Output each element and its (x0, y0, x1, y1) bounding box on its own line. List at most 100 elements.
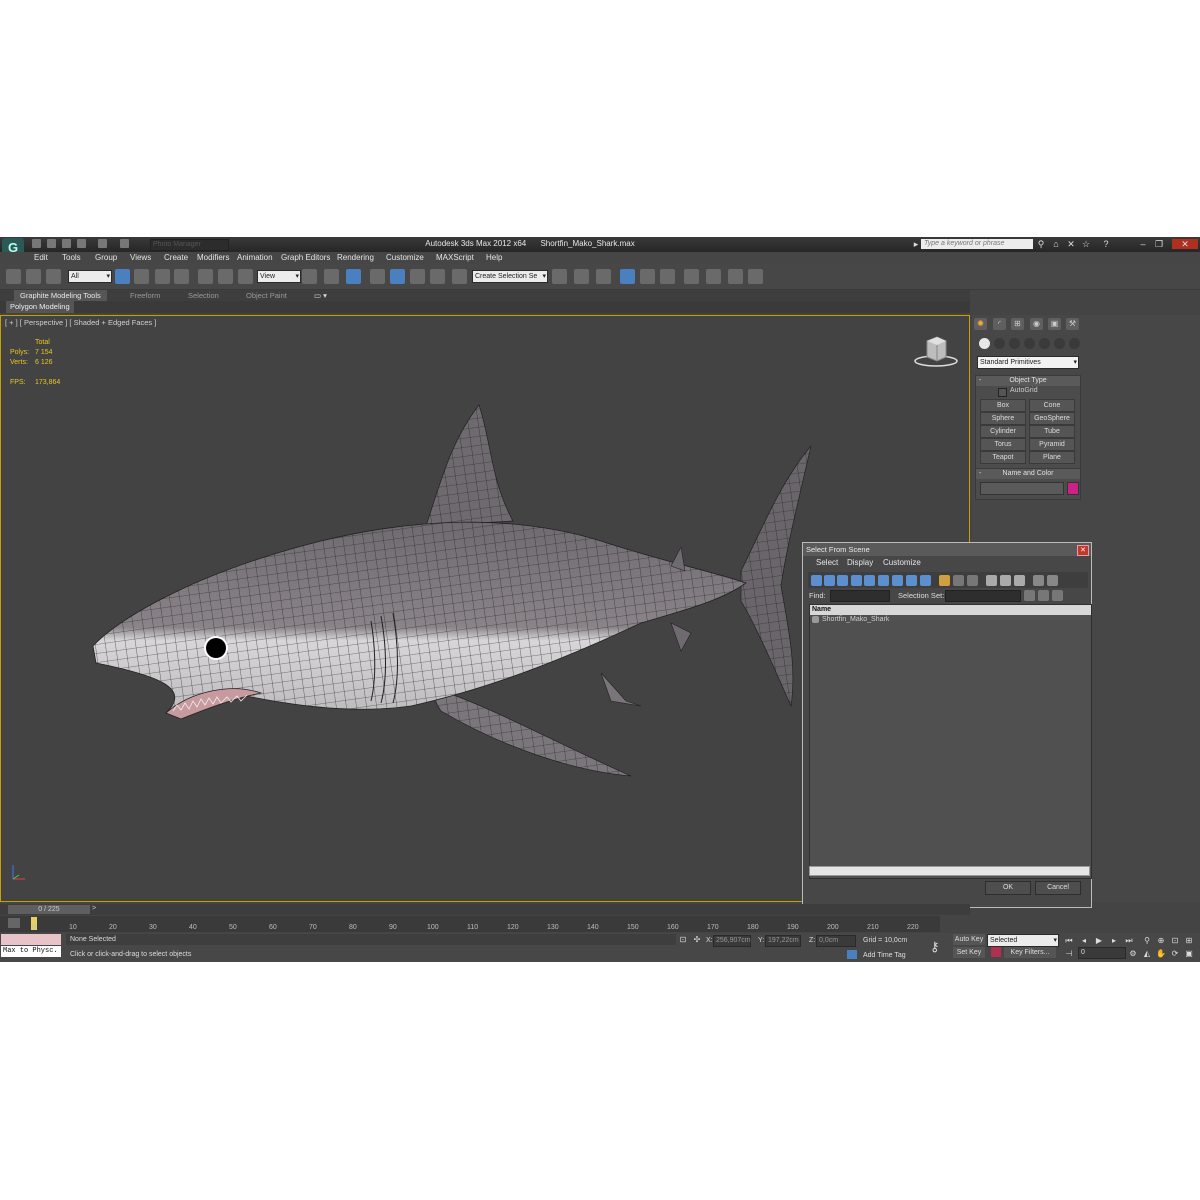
display-cameras-icon[interactable] (851, 575, 862, 586)
menu-customize[interactable]: Customize (386, 253, 424, 262)
modify-tab-icon[interactable]: ◜ (993, 318, 1006, 330)
angle-snap-icon[interactable] (390, 269, 405, 284)
scale-icon[interactable] (238, 269, 253, 284)
mirror-icon[interactable] (552, 269, 567, 284)
menu-help[interactable]: Help (486, 253, 502, 262)
filter-options-icon[interactable] (1047, 575, 1058, 586)
zoom-extents-icon[interactable]: ⊡ (1170, 936, 1180, 945)
object-type-header[interactable]: - Object Type (976, 376, 1080, 386)
space-warps-icon[interactable] (1054, 338, 1065, 349)
cancel-button[interactable]: Cancel (1035, 881, 1081, 895)
binoculars-icon[interactable]: ⚲ (1036, 239, 1046, 249)
name-and-color-header[interactable]: - Name and Color (976, 469, 1080, 479)
key-filter-icon[interactable] (991, 947, 1001, 957)
display-geometry-icon[interactable] (811, 575, 822, 586)
search-arrow-icon[interactable]: ▸ (911, 239, 921, 249)
dialog-title[interactable]: Select From Scene (803, 543, 1091, 556)
shark-wireframe-model[interactable] (81, 401, 821, 791)
z-coordinate-field[interactable]: 0,0cm (816, 935, 856, 947)
maximize-viewport-icon[interactable]: ▣ (1184, 949, 1194, 958)
selection-set-dropdown[interactable] (945, 590, 1021, 602)
maxscript-listener-pink[interactable] (1, 934, 61, 945)
time-slider[interactable]: 0 / 225 (8, 905, 90, 914)
select-all-icon[interactable] (986, 575, 997, 586)
help-icon[interactable]: ? (1101, 239, 1111, 249)
filter-icon[interactable] (1033, 575, 1044, 586)
display-groups-icon[interactable] (892, 575, 903, 586)
rectangular-selection-icon[interactable] (155, 269, 170, 284)
curve-editor-icon[interactable] (640, 269, 655, 284)
zoom-all-icon[interactable]: ⊕ (1156, 936, 1166, 945)
minimize-icon[interactable]: – (1138, 239, 1148, 249)
snaps-toggle-icon[interactable] (370, 269, 385, 284)
track-bar[interactable]: 0 10 20 30 40 50 60 70 80 90 100 110 120… (0, 916, 940, 932)
mini-curve-editor-icon[interactable] (8, 918, 20, 928)
select-by-name-icon[interactable] (134, 269, 149, 284)
rendered-frame-icon[interactable] (728, 269, 743, 284)
y-coordinate-field[interactable]: 197,22cm (765, 935, 801, 947)
viewcube-icon[interactable] (913, 335, 959, 369)
key-icon[interactable]: ⚷ (930, 939, 940, 955)
goto-end-icon[interactable]: ⏭ (1124, 936, 1134, 945)
edit-selection-set-icon[interactable] (1038, 590, 1049, 601)
reference-coordinate-dropdown[interactable]: View (257, 270, 301, 283)
cameras-icon[interactable] (1024, 338, 1035, 349)
menu-modifiers[interactable]: Modifiers (197, 253, 229, 262)
select-invert-icon[interactable] (1014, 575, 1025, 586)
display-lights-icon[interactable] (837, 575, 848, 586)
polygon-modeling-panel[interactable]: Polygon Modeling (6, 301, 74, 313)
pivot-center-icon[interactable] (302, 269, 317, 284)
shapes-icon[interactable] (994, 338, 1005, 349)
render-production-icon[interactable] (748, 269, 763, 284)
primitive-category-dropdown[interactable]: Standard Primitives (977, 356, 1079, 369)
menu-maxscript[interactable]: MAXScript (436, 253, 474, 262)
x-coordinate-field[interactable]: 256,907cm (713, 935, 751, 947)
cylinder-button[interactable]: Cylinder (980, 425, 1026, 438)
display-bones-icon[interactable] (920, 575, 931, 586)
edit-named-selection-icon[interactable] (452, 269, 467, 284)
next-frame-icon[interactable]: > (92, 905, 96, 912)
menu-tools[interactable]: Tools (62, 253, 81, 262)
unlink-icon[interactable] (26, 269, 41, 284)
current-frame-field[interactable]: 0 (1078, 947, 1126, 959)
ribbon-options-icon[interactable]: ▭ ▾ (314, 291, 327, 300)
pyramid-button[interactable]: Pyramid (1029, 438, 1075, 451)
teapot-button[interactable]: Teapot (980, 451, 1026, 464)
material-editor-icon[interactable] (684, 269, 699, 284)
pan-icon[interactable]: ✋ (1156, 949, 1166, 958)
menu-animation[interactable]: Animation (237, 253, 273, 262)
zoom-extents-all-icon[interactable]: ⊞ (1184, 936, 1194, 945)
display-invert-icon[interactable] (967, 575, 978, 586)
window-crossing-icon[interactable] (174, 269, 189, 284)
dialog-close-icon[interactable]: ✕ (1077, 545, 1089, 556)
key-mode-dropdown[interactable]: Selected (987, 934, 1059, 947)
communication-icon[interactable]: ✕ (1066, 239, 1076, 249)
next-key-icon[interactable]: ▸ (1109, 936, 1119, 945)
render-setup-icon[interactable] (706, 269, 721, 284)
tab-object-paint[interactable]: Object Paint (246, 291, 287, 300)
menu-create[interactable]: Create (164, 253, 188, 262)
tab-freeform[interactable]: Freeform (130, 291, 160, 300)
display-tab-icon[interactable]: ▣ (1048, 318, 1061, 330)
plane-button[interactable]: Plane (1029, 451, 1075, 464)
percent-snap-icon[interactable] (410, 269, 425, 284)
previous-frame-icon[interactable]: ◂ (1079, 936, 1089, 945)
ok-button[interactable]: OK (985, 881, 1031, 895)
selection-filter-dropdown[interactable]: All (68, 270, 112, 283)
menu-views[interactable]: Views (130, 253, 151, 262)
time-configuration-icon[interactable]: ⚙ (1128, 949, 1138, 958)
hierarchy-tab-icon[interactable]: ⊞ (1011, 318, 1024, 330)
geometry-icon[interactable] (979, 338, 990, 349)
list-item[interactable]: Shortfin_Mako_Shark (810, 615, 1091, 625)
time-tag-icon[interactable] (847, 950, 857, 959)
move-icon[interactable] (198, 269, 213, 284)
display-shapes-icon[interactable] (824, 575, 835, 586)
spinner-snap-icon[interactable] (430, 269, 445, 284)
auto-key-button[interactable]: Auto Key (953, 934, 985, 945)
absolute-mode-icon[interactable]: ✣ (692, 935, 702, 944)
torus-button[interactable]: Torus (980, 438, 1026, 451)
remove-selection-set-icon[interactable] (1052, 590, 1063, 601)
helpers-icon[interactable] (1039, 338, 1050, 349)
dialog-menu-select[interactable]: Select (816, 558, 838, 567)
box-button[interactable]: Box (980, 399, 1026, 412)
